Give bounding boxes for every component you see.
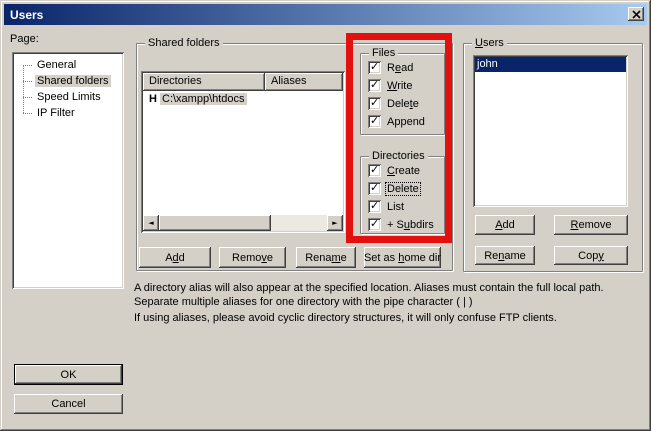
checkbox-dirs-create[interactable]: Create [368,164,421,177]
checkbox-label: List [386,201,405,213]
button-label: Set as home dir [364,252,441,264]
window-title: Users [10,8,43,22]
directories-listview: Directories Aliases H C:\xampp\htdocs ◄ … [141,71,345,233]
column-header-directories[interactable]: Directories [143,73,265,91]
users-group-label: Users [472,37,507,49]
set-as-home-dir-button[interactable]: Set as home dir [364,247,441,268]
tree-item-ip-filter[interactable]: IP Filter [14,105,122,121]
alias-note-text: A directory alias will also appear at th… [134,281,644,309]
remove-directory-button[interactable]: Remove [219,247,286,268]
button-label: Remove [571,219,612,231]
checkbox-dirs-subdirs[interactable]: + Subdirs [368,218,435,231]
tree-item-label: General [35,59,78,71]
checkbox-label: Delete [386,98,420,110]
checkbox-checked-icon [368,79,381,92]
cyclic-note-text: If using aliases, please avoid cyclic di… [134,311,644,325]
checkbox-files-read[interactable]: Read [368,61,414,74]
listview-body: H C:\xampp\htdocs [143,91,343,215]
button-label: Copy [578,250,604,262]
scrollbar-thumb[interactable] [159,215,271,231]
button-label: Remove [232,252,273,264]
button-label: Add [495,219,515,231]
checkbox-files-write[interactable]: Write [368,79,413,92]
users-listbox: john [473,55,628,207]
close-icon [632,10,641,19]
directory-row[interactable]: H C:\xampp\htdocs [143,91,343,107]
listview-header: Directories Aliases [143,73,343,91]
shared-folders-group-label: Shared folders [145,37,223,49]
tree-item-shared-folders[interactable]: Shared folders [14,73,122,89]
tree-item-speed-limits[interactable]: Speed Limits [14,89,122,105]
checkbox-dirs-delete[interactable]: Delete [368,182,420,195]
page-label: Page: [10,33,39,45]
close-button[interactable] [628,7,644,21]
checkbox-checked-icon [368,97,381,110]
remove-user-button[interactable]: Remove [554,215,628,235]
checkbox-checked-icon [368,218,381,231]
rename-directory-button[interactable]: Rename [296,247,356,268]
add-directory-button[interactable]: Add [139,247,211,268]
scroll-right-arrow-icon[interactable]: ► [327,215,343,231]
checkbox-checked-icon [368,200,381,213]
add-user-button[interactable]: Add [475,215,535,235]
directory-path: C:\xampp\htdocs [160,93,247,105]
users-dialog: Users Page: General Shared folders Speed… [0,0,651,431]
tree-item-label: Shared folders [35,75,111,87]
tree-item-general[interactable]: General [14,57,122,73]
checkbox-label: Create [386,165,421,177]
checkbox-checked-icon [368,182,381,195]
scroll-left-arrow-icon[interactable]: ◄ [143,215,159,231]
button-label: Rename [484,250,526,262]
ok-button[interactable]: OK [14,364,123,385]
checkbox-checked-icon [368,61,381,74]
checkbox-label: Append [386,116,426,128]
directories-group-label: Directories [369,150,428,162]
checkbox-label: Write [386,80,413,92]
checkbox-checked-icon [368,115,381,128]
horizontal-scrollbar[interactable]: ◄ ► [143,215,343,231]
page-tree: General Shared folders Speed Limits IP F… [12,52,124,289]
titlebar[interactable]: Users [4,4,647,25]
rename-user-button[interactable]: Rename [475,246,535,265]
button-label: Add [165,252,185,264]
column-header-aliases[interactable]: Aliases [265,73,343,91]
checkbox-label: + Subdirs [386,219,435,231]
checkbox-label: Read [386,62,414,74]
files-group-label: Files [369,47,398,59]
button-label: Rename [305,252,347,264]
user-list-item[interactable]: john [475,57,626,72]
tree-item-label: IP Filter [35,107,77,119]
checkbox-checked-icon [368,164,381,177]
cancel-button[interactable]: Cancel [14,394,123,414]
copy-user-button[interactable]: Copy [554,246,628,265]
page-tree-items: General Shared folders Speed Limits IP F… [14,54,122,287]
home-flag: H [149,93,160,105]
checkbox-files-append[interactable]: Append [368,115,426,128]
checkbox-files-delete[interactable]: Delete [368,97,420,110]
checkbox-dirs-list[interactable]: List [368,200,405,213]
tree-item-label: Speed Limits [35,91,103,103]
checkbox-label-focused: Delete [386,183,420,195]
scrollbar-track[interactable] [159,215,327,231]
